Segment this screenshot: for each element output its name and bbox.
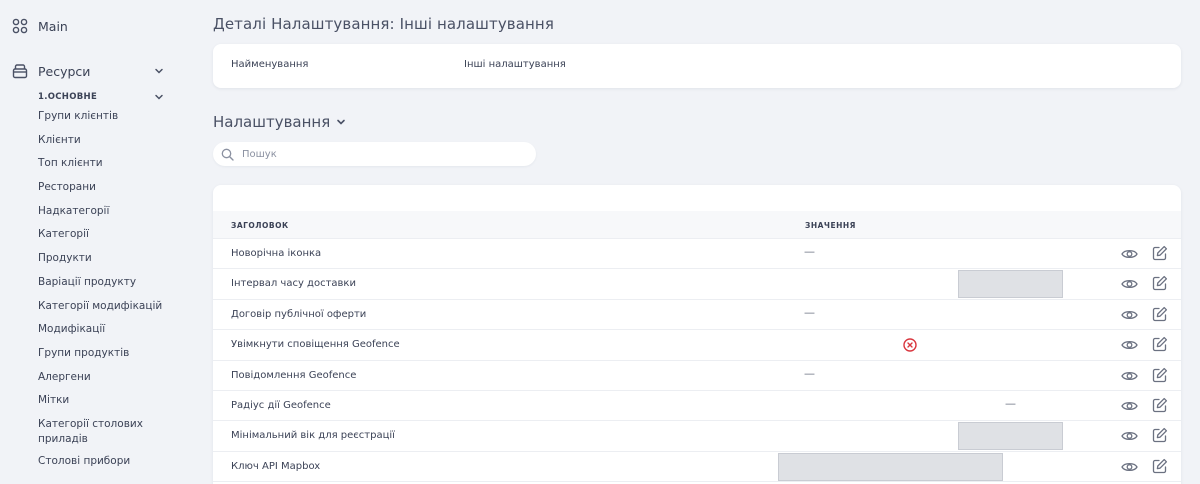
row-value: —	[804, 366, 815, 380]
details-name-key: Найменування	[231, 59, 309, 70]
sidebar-section-main[interactable]: 1.ОСНОВНЕ	[38, 89, 164, 105]
sidebar-item-resources-label: Ресурси	[38, 63, 91, 79]
chevron-down-icon	[155, 94, 163, 100]
eye-icon[interactable]	[1121, 277, 1138, 291]
sidebar-item-modifier-categories[interactable]: Категорії модифікацій	[38, 299, 178, 323]
sidebar-item-cutlery-categories[interactable]: Категорії столових приладів	[38, 417, 178, 454]
eye-icon[interactable]	[1121, 338, 1138, 352]
row-title: Повідомлення Geofence	[231, 369, 357, 381]
table-row: Увімкнути сповіщення Geofence	[213, 330, 1181, 361]
edit-icon[interactable]	[1152, 427, 1168, 443]
sidebar: Main Ресурси 1.ОСНОВНЕ Групи клієнтів Кл…	[0, 0, 192, 484]
sidebar-list: Групи клієнтів Клієнти Топ клієнти Ресто…	[38, 109, 178, 478]
sidebar-item-client-groups[interactable]: Групи клієнтів	[38, 109, 178, 133]
eye-icon[interactable]	[1121, 308, 1138, 322]
chevron-down-icon	[155, 68, 163, 74]
row-value-image	[958, 270, 1063, 299]
row-title: Ключ API Mapbox	[231, 460, 321, 472]
search-icon	[221, 148, 234, 161]
eye-icon[interactable]	[1121, 369, 1138, 383]
row-title: Договір публічної оферти	[231, 308, 367, 320]
sidebar-item-main[interactable]: Main	[12, 14, 68, 38]
x-circle-icon	[903, 338, 917, 352]
grid-icon	[12, 18, 28, 34]
row-title: Радіус дії Geofence	[231, 400, 331, 411]
sidebar-item-product-variations[interactable]: Варіації продукту	[38, 275, 178, 299]
details-name-value: Інші налаштування	[464, 59, 566, 70]
settings-section-toggle[interactable]: Налаштування	[213, 113, 346, 131]
sidebar-item-cutlery[interactable]: Столові прибори	[38, 454, 178, 478]
sidebar-item-tags[interactable]: Мітки	[38, 393, 178, 417]
settings-section-title: Налаштування	[213, 113, 331, 131]
search-input[interactable]	[242, 148, 502, 160]
table-row: Договір публічної оферти —	[213, 300, 1181, 331]
row-title: Новорічна іконка	[231, 248, 322, 259]
table-row: Радіус дії Geofence —	[213, 391, 1181, 422]
eye-icon[interactable]	[1121, 399, 1138, 413]
sidebar-item-top-clients[interactable]: Топ клієнти	[38, 156, 178, 180]
table-row: Повідомлення Geofence —	[213, 361, 1181, 391]
chevron-down-icon	[337, 119, 346, 125]
eye-icon[interactable]	[1121, 460, 1138, 474]
row-title: Інтервал часу доставки	[231, 278, 356, 290]
sidebar-item-categories[interactable]: Категорії	[38, 227, 178, 251]
row-value-image	[778, 452, 1003, 481]
row-value: —	[1005, 397, 1016, 410]
table-row: Інтервал часу доставки	[213, 269, 1181, 300]
eye-icon[interactable]	[1121, 247, 1138, 261]
sidebar-item-allergens[interactable]: Алергени	[38, 370, 178, 394]
sidebar-item-supercategories[interactable]: Надкатегорії	[38, 204, 178, 228]
column-header-title: ЗАГОЛОВОК	[231, 221, 289, 230]
sidebar-section-label: 1.ОСНОВНЕ	[38, 92, 98, 102]
edit-icon[interactable]	[1152, 275, 1168, 291]
edit-icon[interactable]	[1152, 367, 1168, 383]
settings-table: ЗАГОЛОВОК ЗНАЧЕННЯ Новорічна іконка — Ін…	[213, 185, 1181, 484]
edit-icon[interactable]	[1152, 336, 1168, 352]
edit-icon[interactable]	[1152, 397, 1168, 413]
edit-icon[interactable]	[1152, 306, 1168, 322]
sidebar-item-products[interactable]: Продукти	[38, 251, 178, 275]
sidebar-item-product-groups[interactable]: Групи продуктів	[38, 346, 178, 370]
edit-icon[interactable]	[1152, 458, 1168, 474]
details-card: Найменування Інші налаштування	[213, 44, 1181, 88]
sidebar-item-restaurants[interactable]: Ресторани	[38, 180, 178, 204]
table-row: Мінімальний вік для реєстрації	[213, 421, 1181, 452]
row-value-image	[958, 422, 1063, 451]
sidebar-item-modifiers[interactable]: Модифікації	[38, 322, 178, 346]
table-header: ЗАГОЛОВОК ЗНАЧЕННЯ	[213, 211, 1181, 239]
row-title: Увімкнути сповіщення Geofence	[231, 339, 400, 351]
search-box	[213, 142, 536, 166]
edit-icon[interactable]	[1152, 245, 1168, 261]
box-icon	[12, 64, 28, 79]
eye-icon[interactable]	[1121, 429, 1138, 443]
sidebar-item-clients[interactable]: Клієнти	[38, 133, 178, 157]
page-title: Деталі Налаштування: Інші налаштування	[213, 15, 554, 33]
table-row: Ключ API Mapbox	[213, 452, 1181, 483]
table-row: Новорічна іконка —	[213, 239, 1181, 270]
row-title: Мінімальний вік для реєстрації	[231, 430, 395, 442]
row-value: —	[804, 305, 815, 319]
sidebar-item-resources[interactable]: Ресурси	[12, 59, 164, 83]
row-value: —	[804, 245, 815, 258]
column-header-value: ЗНАЧЕННЯ	[805, 221, 856, 230]
sidebar-item-main-label: Main	[38, 18, 68, 34]
